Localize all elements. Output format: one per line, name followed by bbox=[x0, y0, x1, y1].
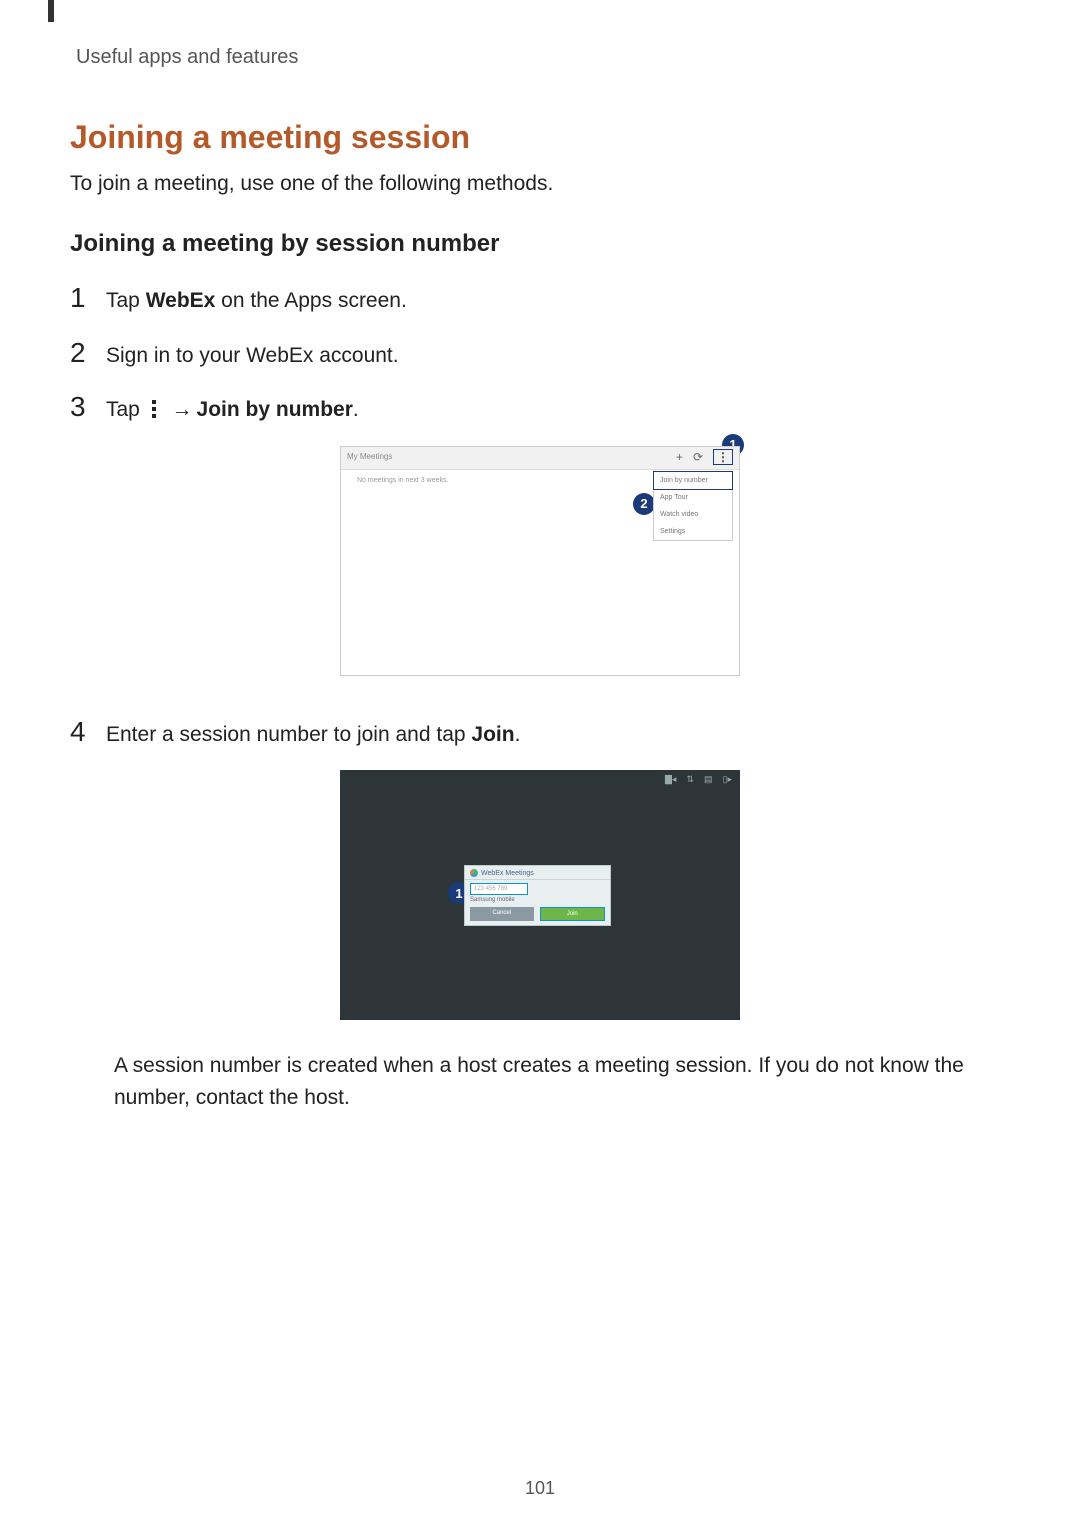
page-edge-mark bbox=[48, 0, 54, 22]
subsection-title: Joining a meeting by session number bbox=[70, 230, 1010, 258]
status-icon: ⇅ bbox=[686, 774, 694, 785]
screenshot-body: No meetings in next 3 weeks. 2 Join by n… bbox=[341, 469, 739, 675]
step-text: Tap WebEx on the Apps screen. bbox=[106, 285, 407, 317]
step-number: 1 bbox=[70, 282, 106, 314]
divider bbox=[465, 879, 610, 880]
menu-item-join-by-number[interactable]: Join by number bbox=[653, 471, 733, 490]
step-text: Sign in to your WebEx account. bbox=[106, 340, 399, 372]
menu-item-app-tour[interactable]: App Tour bbox=[654, 489, 732, 506]
step-1: 1 Tap WebEx on the Apps screen. bbox=[70, 282, 1010, 317]
dialog-title-text: WebEx Meetings bbox=[481, 870, 534, 877]
refresh-icon[interactable]: ⟳ bbox=[693, 450, 703, 464]
status-icon: ▯▸ bbox=[723, 774, 732, 785]
step4-pre: Enter a session number to join and tap bbox=[106, 723, 471, 746]
arrow-icon: → bbox=[168, 394, 197, 426]
screenshot-header-title: My Meetings bbox=[347, 452, 392, 461]
menu-item-settings[interactable]: Settings bbox=[654, 523, 732, 540]
callout-badge-2: 2 bbox=[633, 493, 655, 515]
note-text: A session number is created when a host … bbox=[114, 1050, 1010, 1113]
section-lead: To join a meeting, use one of the follow… bbox=[70, 172, 1010, 196]
step1-post: on the Apps screen. bbox=[215, 289, 406, 312]
screenshot-frame: My Meetings + ⟳ ⋮ No meetings in next 3 … bbox=[340, 446, 740, 676]
step-number: 3 bbox=[70, 391, 106, 423]
step4-bold: Join bbox=[471, 723, 514, 746]
overflow-menu-icon[interactable]: ⋮ bbox=[713, 449, 733, 465]
step-number: 4 bbox=[70, 716, 106, 748]
dialog-buttons: Cancel Join bbox=[470, 907, 605, 921]
screenshot-join-dialog: ▇◂ ⇅ ▤ ▯▸ 1 2 WebEx Meetings 123 456 789… bbox=[340, 770, 740, 1020]
add-icon[interactable]: + bbox=[676, 450, 683, 464]
overflow-menu-icon bbox=[148, 400, 160, 418]
step-text: Tap →Join by number. bbox=[106, 394, 359, 426]
status-icon: ▤ bbox=[704, 774, 713, 785]
step1-pre: Tap bbox=[106, 289, 146, 312]
no-meetings-label: No meetings in next 3 weeks. bbox=[357, 477, 448, 484]
session-number-input[interactable]: 123 456 789 bbox=[470, 883, 528, 895]
step3-bold: Join by number bbox=[197, 398, 353, 421]
screenshot-header-icons: + ⟳ ⋮ bbox=[676, 449, 733, 465]
dialog-username: Samsung mobile bbox=[470, 897, 605, 903]
step3-post: . bbox=[353, 398, 359, 421]
dialog-title: WebEx Meetings bbox=[465, 866, 610, 879]
page-number: 101 bbox=[0, 1478, 1080, 1499]
step-3: 3 Tap →Join by number. bbox=[70, 391, 1010, 426]
page: Useful apps and features Joining a meeti… bbox=[0, 0, 1080, 1527]
section-title: Joining a meeting session bbox=[70, 119, 1010, 156]
webex-logo-icon bbox=[470, 869, 478, 877]
step-4: 4 Enter a session number to join and tap… bbox=[70, 716, 1010, 751]
step4-post: . bbox=[515, 723, 521, 746]
overflow-menu: Join by number App Tour Watch video Sett… bbox=[653, 471, 733, 541]
menu-item-watch-video[interactable]: Watch video bbox=[654, 506, 732, 523]
cancel-button[interactable]: Cancel bbox=[470, 907, 534, 921]
step-number: 2 bbox=[70, 337, 106, 369]
screenshot-header: My Meetings + ⟳ ⋮ bbox=[341, 447, 739, 470]
steps-list: 1 Tap WebEx on the Apps screen. 2 Sign i… bbox=[70, 282, 1010, 1113]
breadcrumb: Useful apps and features bbox=[76, 46, 1010, 69]
status-icon: ▇◂ bbox=[665, 774, 676, 785]
step-text: Enter a session number to join and tap J… bbox=[106, 719, 520, 751]
step1-bold: WebEx bbox=[146, 289, 216, 312]
step3-pre: Tap bbox=[106, 398, 146, 421]
join-dialog: WebEx Meetings 123 456 789 Samsung mobil… bbox=[464, 865, 611, 926]
step-2: 2 Sign in to your WebEx account. bbox=[70, 337, 1010, 372]
screenshot-frame: ▇◂ ⇅ ▤ ▯▸ 1 2 WebEx Meetings 123 456 789… bbox=[340, 770, 740, 1020]
join-button[interactable]: Join bbox=[540, 907, 606, 921]
status-bar: ▇◂ ⇅ ▤ ▯▸ bbox=[665, 774, 732, 785]
screenshot-my-meetings: 1 My Meetings + ⟳ ⋮ No meetings in next … bbox=[340, 446, 740, 676]
